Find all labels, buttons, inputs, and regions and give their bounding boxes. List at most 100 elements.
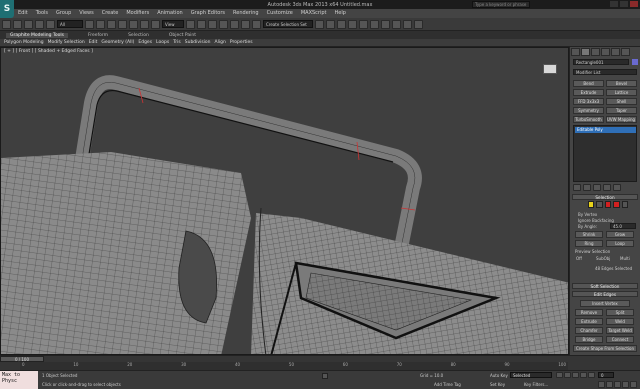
remove-button[interactable]: Remove [575, 309, 603, 316]
set-key-label[interactable]: Set Key [490, 382, 505, 387]
menu-views[interactable]: Views [79, 10, 93, 16]
uvw-mapping-clear-button[interactable]: UVW Mapping Clear [606, 116, 637, 123]
by-vertex-checkbox[interactable]: By Vertex [578, 212, 597, 217]
layer-manager-icon[interactable] [337, 19, 346, 29]
ribbon-loops[interactable]: Loops [156, 40, 169, 45]
select-by-name-icon[interactable] [96, 19, 105, 29]
percent-snap-icon[interactable] [241, 19, 250, 29]
pin-stack-icon[interactable] [573, 184, 581, 191]
tab-freeform[interactable]: Freeform [88, 33, 108, 38]
undo-icon[interactable] [2, 19, 11, 29]
pivot-center-icon[interactable] [186, 19, 195, 29]
create-shape-button[interactable]: Create Shape From Selection [573, 345, 637, 352]
close-icon[interactable] [630, 1, 638, 7]
remove-modifier-icon[interactable] [603, 184, 611, 191]
bind-spacewarp-icon[interactable] [46, 19, 55, 29]
ribbon-modify-selection[interactable]: Modify Selection [48, 40, 85, 45]
menu-modifiers[interactable]: Modifiers [126, 10, 149, 16]
pan-icon[interactable] [614, 381, 621, 388]
show-end-result-icon[interactable] [583, 184, 591, 191]
current-frame-field[interactable]: 0 [598, 372, 614, 378]
soft-selection-rollout[interactable]: Soft Selection [572, 283, 638, 289]
viewport-front[interactable]: [ + ] [ Front ] [ Shaded + Edged Faces ] [0, 47, 569, 355]
render-setup-icon[interactable] [392, 19, 401, 29]
bend-button[interactable]: Bend [573, 80, 604, 87]
element-icon[interactable] [621, 201, 629, 208]
graphite-toggle-icon[interactable] [348, 19, 357, 29]
keyboard-shortcut-icon[interactable] [208, 19, 217, 29]
named-selection-set-dropdown[interactable]: Create Selection Set [263, 20, 313, 28]
configure-modifier-sets-icon[interactable] [613, 184, 621, 191]
search-box[interactable]: Type a keyword or phrase [472, 1, 530, 8]
connect-button[interactable]: Connect [606, 336, 634, 343]
ring-button[interactable]: Ring [575, 240, 603, 247]
menu-animation[interactable]: Animation [157, 10, 183, 16]
selected-dropdown[interactable]: Selected [510, 372, 552, 378]
snap-toggle-icon[interactable] [219, 19, 228, 29]
extrude-mod-button[interactable]: Extrude [573, 89, 604, 96]
bridge-button[interactable]: Bridge [575, 336, 603, 343]
menu-group[interactable]: Group [56, 10, 71, 16]
object-name-field[interactable]: Rectangle001 [573, 59, 629, 65]
ribbon-geometry-all[interactable]: Geometry (All) [101, 40, 134, 45]
preview-off-radio[interactable]: Off [576, 256, 582, 261]
maxscript-listener[interactable]: Max to Physc [0, 371, 38, 389]
maximize-viewport-icon[interactable] [630, 381, 637, 388]
move-icon[interactable] [129, 19, 138, 29]
prev-frame-icon[interactable] [564, 372, 571, 378]
preview-subobj-radio[interactable]: SubObj [596, 256, 610, 261]
selection-rollout[interactable]: Selection [572, 194, 638, 200]
next-frame-icon[interactable] [580, 372, 587, 378]
viewcube-icon[interactable] [543, 64, 557, 74]
edge-icon[interactable] [596, 201, 603, 208]
object-color-swatch[interactable] [632, 59, 638, 65]
material-editor-icon[interactable] [381, 19, 390, 29]
select-object-icon[interactable] [85, 19, 94, 29]
ribbon-properties[interactable]: Properties [230, 40, 253, 45]
menu-rendering[interactable]: Rendering [233, 10, 259, 16]
rect-selection-icon[interactable] [107, 19, 116, 29]
motion-tab-icon[interactable] [601, 48, 610, 56]
orbit-icon[interactable] [622, 381, 629, 388]
add-time-tag[interactable]: Add Time Tag [434, 382, 461, 387]
minimize-icon[interactable] [610, 1, 618, 7]
link-icon[interactable] [24, 19, 33, 29]
vertex-icon[interactable] [588, 201, 595, 208]
ribbon-edges[interactable]: Edges [138, 40, 152, 45]
selection-filter-dropdown[interactable]: All [57, 20, 83, 28]
menu-edit[interactable]: Edit [18, 10, 28, 16]
extrude-button[interactable]: Extrude [575, 318, 603, 325]
ref-coord-dropdown[interactable]: View [162, 20, 184, 28]
split-button[interactable]: Split [606, 309, 634, 316]
tab-graphite-modeling[interactable]: Graphite Modeling Tools [6, 32, 69, 38]
zoom-icon[interactable] [598, 381, 605, 388]
window-crossing-icon[interactable] [118, 19, 127, 29]
shell-button[interactable]: Shell [606, 98, 637, 105]
rotate-icon[interactable] [140, 19, 149, 29]
menu-maxscript[interactable]: MAXScript [301, 10, 327, 16]
lattice-button[interactable]: Lattice [606, 89, 637, 96]
spinner-snap-icon[interactable] [252, 19, 261, 29]
curve-editor-icon[interactable] [359, 19, 368, 29]
menu-graph-editors[interactable]: Graph Editors [191, 10, 225, 16]
grow-button[interactable]: Grow [606, 231, 634, 238]
key-filters-button[interactable]: Key Filters... [524, 382, 548, 387]
menu-create[interactable]: Create [102, 10, 119, 16]
schematic-view-icon[interactable] [370, 19, 379, 29]
scale-icon[interactable] [151, 19, 160, 29]
hierarchy-tab-icon[interactable] [591, 48, 600, 56]
menu-customize[interactable]: Customize [267, 10, 293, 16]
create-tab-icon[interactable] [571, 48, 580, 56]
border-icon[interactable] [604, 201, 612, 208]
taper-button[interactable]: Taper [606, 107, 637, 114]
zoom-all-icon[interactable] [606, 381, 613, 388]
maximize-icon[interactable] [620, 1, 628, 7]
utilities-tab-icon[interactable] [621, 48, 630, 56]
tab-selection[interactable]: Selection [128, 33, 149, 38]
loop-button[interactable]: Loop [606, 240, 634, 247]
menu-tools[interactable]: Tools [36, 10, 48, 16]
ribbon-tris[interactable]: Tris [173, 40, 181, 45]
modify-tab-icon[interactable] [581, 48, 590, 56]
mirror-icon[interactable] [315, 19, 324, 29]
ignore-backfacing-checkbox[interactable]: Ignore Backfacing [578, 218, 614, 223]
